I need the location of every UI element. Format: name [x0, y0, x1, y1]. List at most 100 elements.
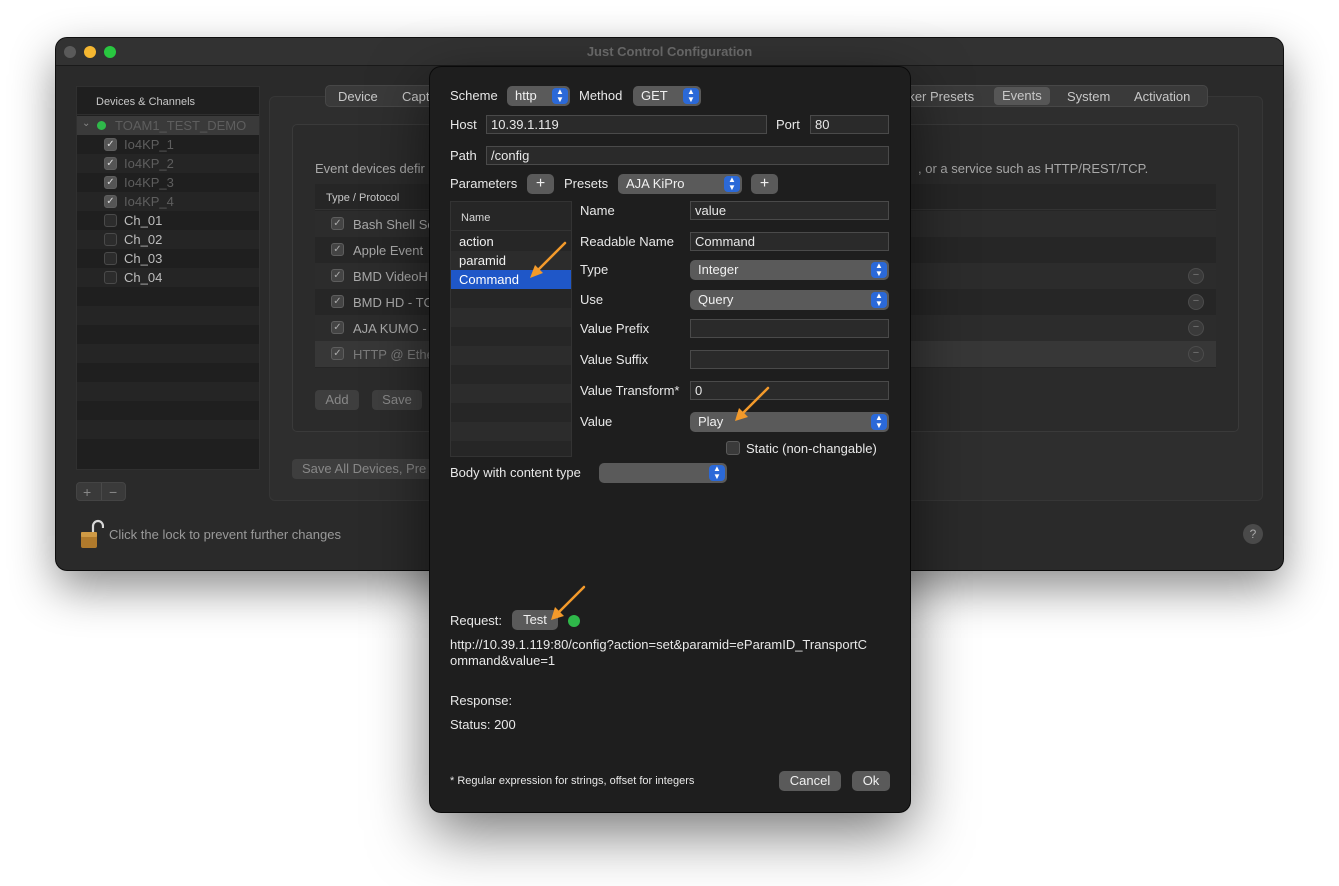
cancel-button[interactable]: Cancel [779, 771, 841, 791]
channel-checkbox[interactable] [104, 252, 117, 265]
remove-event-button[interactable]: − [1188, 294, 1204, 310]
param-name-label: Name [580, 203, 615, 218]
port-input[interactable]: 80 [810, 115, 889, 134]
body-content-type-select[interactable]: ▲ ▼ [599, 463, 727, 483]
request-label: Request: [450, 613, 503, 628]
use-label: Use [580, 292, 604, 307]
channel-checkbox[interactable]: ✓ [104, 138, 117, 151]
static-label: Static (non-changable) [746, 441, 877, 456]
type-select[interactable]: Integer ▲ ▼ [690, 260, 889, 280]
annotation-arrow-icon [551, 585, 586, 620]
tab-activation[interactable]: Activation [1134, 89, 1190, 104]
presets-select[interactable]: AJA KiPro ▲ ▼ [618, 174, 742, 194]
scheme-value: http [515, 88, 537, 103]
path-input[interactable]: /config [486, 146, 889, 165]
channel-checkbox[interactable]: ✓ [104, 157, 117, 170]
events-description: Event devices defir [315, 161, 425, 176]
param-name-input[interactable]: value [690, 201, 889, 220]
updown-chevron-icon: ▲ ▼ [724, 176, 740, 192]
lock-open-icon[interactable] [80, 518, 104, 550]
event-enabled-checkbox[interactable]: ✓ [331, 217, 344, 230]
add-parameter-button[interactable]: + [527, 174, 554, 194]
channel-checkbox[interactable] [104, 214, 117, 227]
host-input[interactable]: 10.39.1.119 [486, 115, 767, 134]
chevron-down-icon[interactable]: ⌄ [82, 118, 90, 129]
value-prefix-input[interactable] [690, 319, 889, 338]
save-event-button[interactable]: Save [372, 390, 422, 410]
method-value: GET [641, 88, 668, 103]
sidebar-channel-row[interactable]: ✓ Io4KP_2 [77, 154, 259, 173]
save-all-devices-button[interactable]: Save All Devices, Pre [292, 459, 442, 479]
static-checkbox[interactable] [726, 441, 740, 455]
event-type-label: HTTP @ Ethe [353, 347, 434, 362]
window-title: Just Control Configuration [586, 44, 753, 59]
readable-name-label: Readable Name [580, 234, 674, 249]
event-enabled-checkbox[interactable]: ✓ [331, 243, 344, 256]
use-select[interactable]: Query ▲ ▼ [690, 290, 889, 310]
sidebar-header: Devices & Channels [77, 87, 259, 115]
device-name: TOAM1_TEST_DEMO [115, 118, 247, 133]
type-value: Integer [698, 262, 739, 277]
channel-label: Io4KP_3 [124, 175, 174, 190]
add-event-button[interactable]: Add [315, 390, 359, 410]
channel-label: Io4KP_1 [124, 137, 174, 152]
event-enabled-checkbox[interactable]: ✓ [331, 295, 344, 308]
sidebar-channel-row[interactable]: Ch_01 [77, 211, 259, 230]
event-enabled-checkbox[interactable]: ✓ [331, 321, 344, 334]
value-value: Play [698, 414, 724, 429]
channel-checkbox[interactable] [104, 271, 117, 284]
event-enabled-checkbox[interactable]: ✓ [331, 269, 344, 282]
annotation-arrow-icon [735, 386, 770, 421]
remove-event-button[interactable]: − [1188, 268, 1204, 284]
sidebar-channel-row[interactable]: ✓ Io4KP_4 [77, 192, 259, 211]
add-device-button[interactable]: + [83, 484, 91, 500]
type-label: Type [580, 262, 609, 277]
response-label: Response: [450, 693, 513, 708]
value-select[interactable]: Play ▲ ▼ [690, 412, 889, 432]
tab-capture[interactable]: Capt [402, 89, 429, 104]
annotation-arrow-icon [530, 241, 567, 278]
method-select[interactable]: GET ▲ ▼ [633, 86, 701, 106]
value-transform-label: Value Transform* [580, 383, 680, 398]
devices-sidebar: Devices & Channels ⌄ TOAM1_TEST_DEMO ✓ I… [76, 86, 260, 470]
sidebar-channel-row[interactable]: ✓ Io4KP_1 [77, 135, 259, 154]
event-enabled-checkbox[interactable]: ✓ [331, 347, 344, 360]
request-url-line-2: ommand&value=1 [450, 653, 556, 668]
tab-device[interactable]: Device [338, 89, 378, 104]
remove-event-button[interactable]: − [1188, 346, 1204, 362]
updown-chevron-icon: ▲ ▼ [683, 88, 699, 104]
title-bar: Just Control Configuration [56, 38, 1283, 66]
scheme-select[interactable]: http ▲ ▼ [507, 86, 570, 106]
channel-label: Ch_01 [124, 213, 163, 228]
channel-label: Ch_03 [124, 251, 163, 266]
use-value: Query [698, 292, 734, 307]
remove-event-button[interactable]: − [1188, 320, 1204, 336]
sidebar-channel-row[interactable]: Ch_03 [77, 249, 259, 268]
value-prefix-label: Value Prefix [580, 321, 650, 336]
tab-marker-presets[interactable]: rker Presets [904, 89, 974, 104]
parameter-list-header[interactable]: Name [451, 202, 571, 231]
channel-label: Io4KP_4 [124, 194, 174, 209]
sidebar-device-row[interactable]: ⌄ TOAM1_TEST_DEMO [77, 116, 259, 135]
readable-name-input[interactable]: Command [690, 232, 889, 251]
channel-checkbox[interactable]: ✓ [104, 176, 117, 189]
method-label: Method [579, 88, 623, 103]
channel-checkbox[interactable]: ✓ [104, 195, 117, 208]
value-suffix-input[interactable] [690, 350, 889, 369]
sidebar-channel-row[interactable]: Ch_02 [77, 230, 259, 249]
channel-label: Ch_04 [124, 270, 163, 285]
ok-button[interactable]: Ok [852, 771, 890, 791]
path-label: Path [450, 148, 477, 163]
channel-checkbox[interactable] [104, 233, 117, 246]
tab-system[interactable]: System [1067, 89, 1110, 104]
add-preset-button[interactable]: + [751, 174, 778, 194]
tab-events[interactable]: Events [994, 87, 1050, 105]
remove-device-button[interactable]: − [109, 484, 117, 500]
updown-chevron-icon: ▲ ▼ [552, 88, 568, 104]
event-type-label: Apple Event [353, 243, 424, 258]
sidebar-channel-row[interactable]: ✓ Io4KP_3 [77, 173, 259, 192]
sidebar-channel-row[interactable]: Ch_04 [77, 268, 259, 287]
scheme-label: Scheme [450, 88, 498, 103]
value-transform-input[interactable]: 0 [690, 381, 889, 400]
help-button[interactable]: ? [1243, 524, 1263, 544]
